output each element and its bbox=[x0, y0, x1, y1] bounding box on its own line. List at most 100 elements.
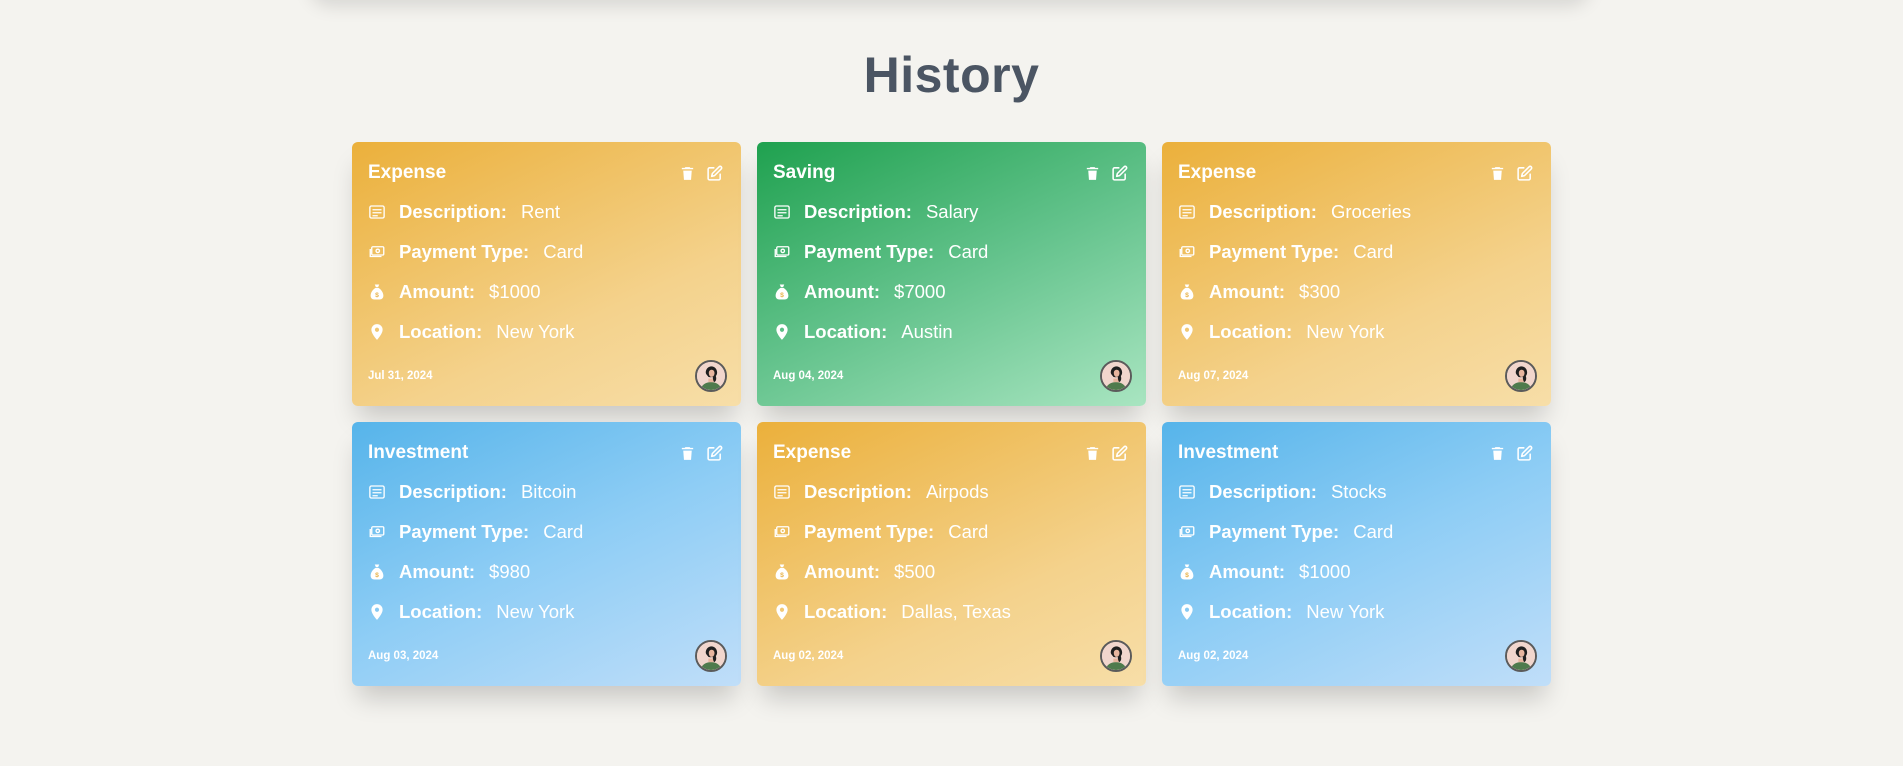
edit-icon[interactable] bbox=[706, 165, 723, 182]
svg-text:$: $ bbox=[1185, 292, 1189, 299]
card-header: Expense bbox=[1178, 162, 1535, 184]
location-label: Location: bbox=[804, 321, 888, 342]
location-label: Location: bbox=[1209, 321, 1293, 342]
card-details: Description: Bitcoin Payment Type: Card … bbox=[368, 472, 725, 632]
amount-label: Amount: bbox=[399, 281, 476, 302]
card-type: Investment bbox=[1178, 442, 1279, 463]
amount-label: Amount: bbox=[1209, 281, 1286, 302]
amount-row: $ Amount: $980 bbox=[368, 552, 725, 592]
list-icon bbox=[368, 203, 386, 221]
description-row: Description: Airpods bbox=[773, 472, 1130, 512]
transaction-card: Investment Description: Stocks Payment T… bbox=[1162, 422, 1551, 686]
banknote-icon bbox=[368, 523, 386, 541]
card-details: Description: Groceries Payment Type: Car… bbox=[1178, 192, 1535, 352]
description-value: Airpods bbox=[925, 481, 989, 502]
transaction-card: Investment Description: Bitcoin Payment … bbox=[352, 422, 741, 686]
card-details: Description: Salary Payment Type: Card $… bbox=[773, 192, 1130, 352]
payment-type-label: Payment Type: bbox=[804, 241, 935, 262]
description-label: Description: bbox=[804, 201, 912, 222]
list-icon bbox=[773, 203, 791, 221]
payment-type-value: Card bbox=[543, 521, 584, 542]
card-header: Expense bbox=[773, 442, 1130, 464]
card-type: Saving bbox=[773, 162, 836, 183]
location-value: New York bbox=[496, 601, 575, 622]
card-actions bbox=[1489, 165, 1533, 182]
location-row: Location: Dallas, Texas bbox=[773, 592, 1130, 632]
transaction-card: Expense Description: Groceries Payment T… bbox=[1162, 142, 1551, 406]
map-pin-icon bbox=[1178, 323, 1196, 341]
description-label: Description: bbox=[804, 481, 912, 502]
trash-icon[interactable] bbox=[1084, 165, 1101, 182]
avatar[interactable] bbox=[1505, 360, 1537, 392]
card-type: Expense bbox=[1178, 162, 1257, 183]
edit-icon[interactable] bbox=[1111, 445, 1128, 462]
trash-icon[interactable] bbox=[679, 165, 696, 182]
location-row: Location: New York bbox=[368, 312, 725, 352]
payment-type-value: Card bbox=[1353, 521, 1394, 542]
description-row: Description: Salary bbox=[773, 192, 1130, 232]
location-value: New York bbox=[496, 321, 575, 342]
banknote-icon bbox=[773, 243, 791, 261]
trash-icon[interactable] bbox=[1489, 445, 1506, 462]
card-actions bbox=[679, 165, 723, 182]
money-bag-icon: $ bbox=[1178, 283, 1196, 301]
location-row: Location: Austin bbox=[773, 312, 1130, 352]
card-actions bbox=[1084, 165, 1128, 182]
page-title: History bbox=[863, 47, 1040, 103]
card-details: Description: Rent Payment Type: Card $ A… bbox=[368, 192, 725, 352]
amount-value: $7000 bbox=[894, 281, 946, 302]
svg-text:$: $ bbox=[780, 572, 784, 579]
payment-type-label: Payment Type: bbox=[1209, 521, 1340, 542]
amount-label: Amount: bbox=[804, 561, 881, 582]
amount-value: $980 bbox=[489, 561, 531, 582]
payment-type-value: Card bbox=[948, 521, 989, 542]
avatar[interactable] bbox=[1100, 640, 1132, 672]
payment-type-label: Payment Type: bbox=[399, 521, 530, 542]
avatar[interactable] bbox=[1100, 360, 1132, 392]
avatar[interactable] bbox=[1505, 640, 1537, 672]
edit-icon[interactable] bbox=[1111, 165, 1128, 182]
amount-value: $1000 bbox=[1299, 561, 1351, 582]
list-icon bbox=[368, 483, 386, 501]
banknote-icon bbox=[1178, 523, 1196, 541]
payment-type-label: Payment Type: bbox=[804, 521, 935, 542]
transaction-date: Aug 03, 2024 bbox=[368, 650, 439, 662]
amount-row: $ Amount: $500 bbox=[773, 552, 1130, 592]
card-header: Expense bbox=[368, 162, 725, 184]
amount-row: $ Amount: $1000 bbox=[368, 272, 725, 312]
map-pin-icon bbox=[773, 603, 791, 621]
money-bag-icon: $ bbox=[1178, 563, 1196, 581]
avatar[interactable] bbox=[695, 640, 727, 672]
trash-icon[interactable] bbox=[1084, 445, 1101, 462]
location-label: Location: bbox=[804, 601, 888, 622]
payment-type-row: Payment Type: Card bbox=[368, 512, 725, 552]
location-value: New York bbox=[1306, 601, 1385, 622]
amount-row: $ Amount: $7000 bbox=[773, 272, 1130, 312]
map-pin-icon bbox=[1178, 603, 1196, 621]
banknote-icon bbox=[368, 243, 386, 261]
location-value: Austin bbox=[901, 321, 953, 342]
location-value: New York bbox=[1306, 321, 1385, 342]
card-footer: Aug 02, 2024 bbox=[773, 640, 1132, 672]
trash-icon[interactable] bbox=[1489, 165, 1506, 182]
location-label: Location: bbox=[399, 601, 483, 622]
transaction-card: Expense Description: Airpods Payment Typ… bbox=[757, 422, 1146, 686]
transaction-date: Aug 02, 2024 bbox=[1178, 650, 1249, 662]
payment-type-label: Payment Type: bbox=[1209, 241, 1340, 262]
payment-type-value: Card bbox=[1353, 241, 1394, 262]
card-footer: Aug 07, 2024 bbox=[1178, 360, 1537, 392]
list-icon bbox=[1178, 483, 1196, 501]
trash-icon[interactable] bbox=[679, 445, 696, 462]
history-card-grid: Expense Description: Rent Payment Type: … bbox=[352, 142, 1551, 686]
edit-icon[interactable] bbox=[706, 445, 723, 462]
card-type: Expense bbox=[368, 162, 447, 183]
amount-row: $ Amount: $1000 bbox=[1178, 552, 1535, 592]
list-icon bbox=[1178, 203, 1196, 221]
avatar[interactable] bbox=[695, 360, 727, 392]
payment-type-row: Payment Type: Card bbox=[1178, 512, 1535, 552]
card-footer: Aug 04, 2024 bbox=[773, 360, 1132, 392]
card-actions bbox=[1489, 445, 1533, 462]
edit-icon[interactable] bbox=[1516, 445, 1533, 462]
edit-icon[interactable] bbox=[1516, 165, 1533, 182]
map-pin-icon bbox=[368, 323, 386, 341]
